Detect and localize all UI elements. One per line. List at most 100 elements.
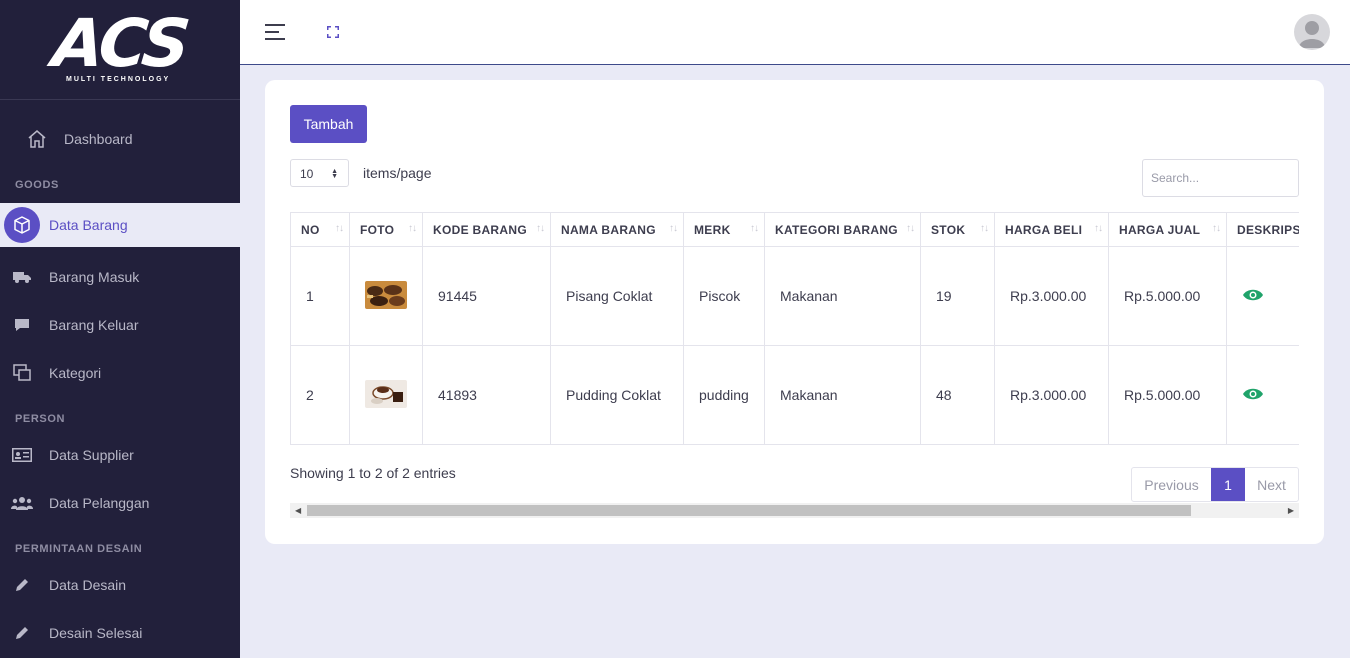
page-size-label: items/page bbox=[363, 165, 432, 181]
cell-harga-jual: Rp.5.000.00 bbox=[1108, 345, 1227, 445]
column-header[interactable]: NO ↑↓ bbox=[290, 212, 350, 247]
truck-icon bbox=[11, 266, 33, 288]
sidebar-item-data-barang[interactable]: Data Barang bbox=[0, 203, 240, 247]
cell-merk: Piscok bbox=[683, 246, 765, 346]
sidebar-item-label: Data Barang bbox=[49, 217, 128, 233]
content-card: Tambah 10 ▲▼ items/page NO↑↓ FOTO↑↓ KODE… bbox=[265, 80, 1324, 544]
column-header[interactable]: MERK ↑↓ bbox=[683, 212, 765, 247]
previous-button[interactable]: Previous bbox=[1132, 468, 1211, 501]
pagination: Previous 1 Next bbox=[1131, 467, 1299, 502]
next-button[interactable]: Next bbox=[1245, 468, 1298, 501]
column-header[interactable]: FOTO ↑↓ bbox=[349, 212, 423, 247]
sort-icon: ↑↓ bbox=[408, 223, 417, 234]
table-header-row: NO ↑↓ FOTO ↑↓ KODE BARANG ↑↓ NAMA BARANG ↑↓ … bbox=[290, 212, 1299, 247]
search-input[interactable] bbox=[1142, 159, 1299, 197]
cell-stok: 48 bbox=[920, 345, 995, 445]
column-header[interactable]: NAMA BARANG ↑↓ bbox=[550, 212, 684, 247]
cell-kategori: Makanan bbox=[764, 345, 921, 445]
sidebar-item-data-supplier[interactable]: Data Supplier bbox=[0, 433, 240, 477]
logo-tagline: MULTI TECHNOLOGY bbox=[66, 76, 171, 83]
scrollbar-thumb[interactable] bbox=[307, 505, 1191, 516]
sidebar-item-barang-keluar[interactable]: Barang Keluar bbox=[0, 303, 240, 347]
eye-icon[interactable] bbox=[1242, 289, 1264, 305]
sidebar-item-label: Dashboard bbox=[64, 131, 133, 147]
table-row: 2 41893 Pudding Coklat pudding Makanan 4… bbox=[290, 345, 1299, 445]
chat-icon bbox=[11, 314, 33, 336]
column-header[interactable]: KATEGORI BARANG ↑↓ bbox=[764, 212, 921, 247]
sidebar: ACS MULTI TECHNOLOGY Dashboard GOODS Bar… bbox=[0, 0, 240, 658]
sidebar-item-label: Data Desain bbox=[49, 577, 127, 593]
cell-merk: pudding bbox=[683, 345, 765, 445]
horizontal-scrollbar[interactable]: ◀ ▶ bbox=[290, 503, 1299, 518]
data-table: NO ↑↓ FOTO ↑↓ KODE BARANG ↑↓ NAMA BARANG ↑↓ … bbox=[290, 212, 1299, 445]
box-icon bbox=[4, 207, 40, 243]
sort-icon: ↑↓ bbox=[335, 223, 344, 234]
sidebar-item-barang-masuk[interactable]: Barang Masuk bbox=[0, 255, 240, 299]
sort-icon: ↑↓ bbox=[750, 223, 759, 234]
sidebar-item-label: Desain Selesai bbox=[49, 625, 143, 641]
sidebar-item-label: Data Supplier bbox=[49, 447, 134, 463]
cell-deskripsi bbox=[1226, 246, 1299, 346]
topbar bbox=[240, 0, 1350, 65]
cell-no: 1 bbox=[290, 246, 350, 346]
eye-icon[interactable] bbox=[1242, 388, 1264, 404]
cell-nama: Pudding Coklat bbox=[550, 345, 684, 445]
section-person: PERSON bbox=[15, 413, 66, 425]
column-header[interactable]: STOK ↑↓ bbox=[920, 212, 995, 247]
add-button[interactable]: Tambah bbox=[290, 105, 367, 143]
column-header[interactable]: HARGA JUAL ↑↓ bbox=[1108, 212, 1227, 247]
sort-icon: ↑↓ bbox=[536, 223, 545, 234]
cell-harga-beli: Rp.3.000.00 bbox=[994, 345, 1109, 445]
cell-no: 2 bbox=[290, 345, 350, 445]
cell-kategori: Makanan bbox=[764, 246, 921, 346]
page-size-value: 10 bbox=[300, 167, 314, 181]
column-header[interactable]: KODE BARANG ↑↓ bbox=[422, 212, 551, 247]
page-size-select[interactable]: 10 ▲ ▼ bbox=[290, 159, 349, 187]
scrollbar-gutter bbox=[1350, 0, 1366, 658]
cell-harga-jual: Rp.5.000.00 bbox=[1108, 246, 1227, 346]
table-row: 1 91445 Pisang Coklat Piscok Makanan 19 … bbox=[290, 246, 1299, 346]
id-card-icon bbox=[11, 444, 33, 466]
sidebar-item-data-pelanggan[interactable]: Data Pelanggan bbox=[0, 481, 240, 525]
cell-stok: 19 bbox=[920, 246, 995, 346]
cell-kode: 41893 bbox=[422, 345, 551, 445]
brand-logo[interactable]: ACS MULTI TECHNOLOGY bbox=[0, 0, 240, 100]
column-header[interactable]: HARGA BELI ↑↓ bbox=[994, 212, 1109, 247]
fullscreen-icon[interactable] bbox=[327, 25, 339, 38]
sidebar-item-label: Data Pelanggan bbox=[49, 495, 150, 511]
cell-nama: Pisang Coklat bbox=[550, 246, 684, 346]
pencil-icon bbox=[11, 574, 33, 596]
sidebar-item-label: Kategori bbox=[49, 365, 102, 381]
select-caret-icon: ▲ ▼ bbox=[331, 168, 338, 180]
product-photo bbox=[365, 379, 407, 408]
cell-foto bbox=[349, 246, 423, 346]
home-icon bbox=[26, 128, 48, 150]
sort-icon: ↑↓ bbox=[669, 223, 678, 234]
sort-icon: ↑↓ bbox=[906, 223, 915, 234]
scroll-right-icon[interactable]: ▶ bbox=[1288, 506, 1294, 515]
entries-info: Showing 1 to 2 of 2 entries bbox=[290, 465, 456, 481]
sidebar-item-label: Barang Keluar bbox=[49, 317, 139, 333]
user-avatar[interactable] bbox=[1294, 14, 1330, 50]
sort-icon: ↑↓ bbox=[980, 223, 989, 234]
cell-foto bbox=[349, 345, 423, 445]
users-icon bbox=[11, 492, 33, 514]
sidebar-item-desain-selesai[interactable]: Desain Selesai bbox=[0, 611, 240, 655]
column-header[interactable]: DESKRIPSI bbox=[1226, 212, 1299, 247]
sort-icon: ↑↓ bbox=[1094, 223, 1103, 234]
scroll-left-icon[interactable]: ◀ bbox=[295, 506, 301, 515]
cell-kode: 91445 bbox=[422, 246, 551, 346]
sidebar-item-data-desain[interactable]: Data Desain bbox=[0, 563, 240, 607]
menu-toggle-icon[interactable] bbox=[265, 24, 285, 45]
logo-text: ACS bbox=[49, 4, 191, 82]
data-table-wrapper: NO ↑↓ FOTO ↑↓ KODE BARANG ↑↓ NAMA BARANG ↑↓ … bbox=[290, 212, 1299, 445]
sidebar-item-label: Barang Masuk bbox=[49, 269, 140, 285]
section-permintaan-desain: PERMINTAAN DESAIN bbox=[15, 543, 143, 555]
sidebar-item-kategori[interactable]: Kategori bbox=[0, 351, 240, 395]
page-1-button[interactable]: 1 bbox=[1211, 468, 1245, 501]
sort-icon: ↑↓ bbox=[1212, 223, 1221, 234]
product-photo bbox=[365, 280, 407, 309]
pencil-icon bbox=[11, 622, 33, 644]
cell-harga-beli: Rp.3.000.00 bbox=[994, 246, 1109, 346]
sidebar-item-dashboard[interactable]: Dashboard bbox=[0, 117, 240, 161]
